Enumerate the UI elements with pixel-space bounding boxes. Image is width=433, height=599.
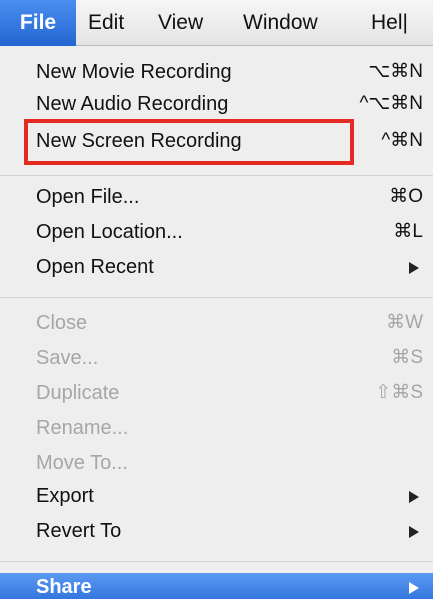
submenu-arrow-icon xyxy=(409,582,419,594)
menu-item-save[interactable]: Save... ⌘S xyxy=(0,344,433,372)
menu-file[interactable]: File xyxy=(0,0,76,46)
menu-item-shortcut: ⌘L xyxy=(393,221,423,242)
menu-view[interactable]: View xyxy=(158,0,203,46)
menu-item-label: Revert To xyxy=(36,520,122,542)
submenu-arrow-icon xyxy=(409,526,419,538)
menu-item-new-movie-recording[interactable]: New Movie Recording ⌥⌘N xyxy=(0,58,433,86)
menu-item-shortcut: ⌥⌘N xyxy=(368,61,423,82)
menu-item-duplicate[interactable]: Duplicate ⇧⌘S xyxy=(0,379,433,407)
menu-item-label: Open Location... xyxy=(36,221,183,243)
menu-separator xyxy=(0,175,433,176)
menu-item-label: Close xyxy=(36,312,88,334)
menu-item-close[interactable]: Close ⌘W xyxy=(0,309,433,337)
submenu-arrow-icon xyxy=(409,262,419,274)
menu-item-open-recent[interactable]: Open Recent xyxy=(0,253,433,281)
menu-item-shortcut: ^⌘N xyxy=(381,130,423,151)
menu-item-label: Export xyxy=(36,485,94,507)
menu-item-label: Move To... xyxy=(36,452,128,474)
menu-item-shortcut: ⌘S xyxy=(391,347,423,368)
menu-item-shortcut: ^⌥⌘N xyxy=(359,93,423,114)
menu-item-shortcut: ⇧⌘S xyxy=(375,382,423,403)
menu-item-label: Save... xyxy=(36,347,99,369)
menu-separator xyxy=(0,561,433,562)
menu-item-label: Duplicate xyxy=(36,382,120,404)
file-menu-dropdown: New Movie Recording ⌥⌘N New Audio Record… xyxy=(0,46,433,599)
menu-item-share[interactable]: Share xyxy=(0,573,433,599)
menu-item-open-file[interactable]: Open File... ⌘O xyxy=(0,183,433,211)
submenu-arrow-icon xyxy=(409,491,419,503)
screen: File Edit View Window Hel| New Movie Rec… xyxy=(0,0,433,599)
menu-edit[interactable]: Edit xyxy=(88,0,124,46)
menu-item-label: Share xyxy=(36,576,92,598)
menu-item-rename[interactable]: Rename... xyxy=(0,414,433,442)
menu-separator xyxy=(0,297,433,298)
menu-item-export[interactable]: Export xyxy=(0,482,433,510)
menu-bar: File Edit View Window Hel| xyxy=(0,0,433,46)
menu-item-shortcut: ⌘O xyxy=(389,186,423,207)
menu-item-revert-to[interactable]: Revert To xyxy=(0,517,433,545)
menu-item-shortcut: ⌘W xyxy=(386,312,423,333)
menu-item-move-to[interactable]: Move To... xyxy=(0,449,433,477)
menu-item-open-location[interactable]: Open Location... ⌘L xyxy=(0,218,433,246)
menu-item-label: Open Recent xyxy=(36,256,154,278)
menu-item-new-audio-recording[interactable]: New Audio Recording ^⌥⌘N xyxy=(0,90,433,118)
menu-item-label: Open File... xyxy=(36,186,140,208)
menu-window[interactable]: Window xyxy=(243,0,318,46)
menu-item-label: New Movie Recording xyxy=(36,61,232,83)
menu-item-label: New Audio Recording xyxy=(36,93,229,115)
annotation-highlight-box xyxy=(24,119,354,165)
menu-help[interactable]: Hel| xyxy=(371,0,408,46)
menu-item-label: Rename... xyxy=(36,417,129,439)
